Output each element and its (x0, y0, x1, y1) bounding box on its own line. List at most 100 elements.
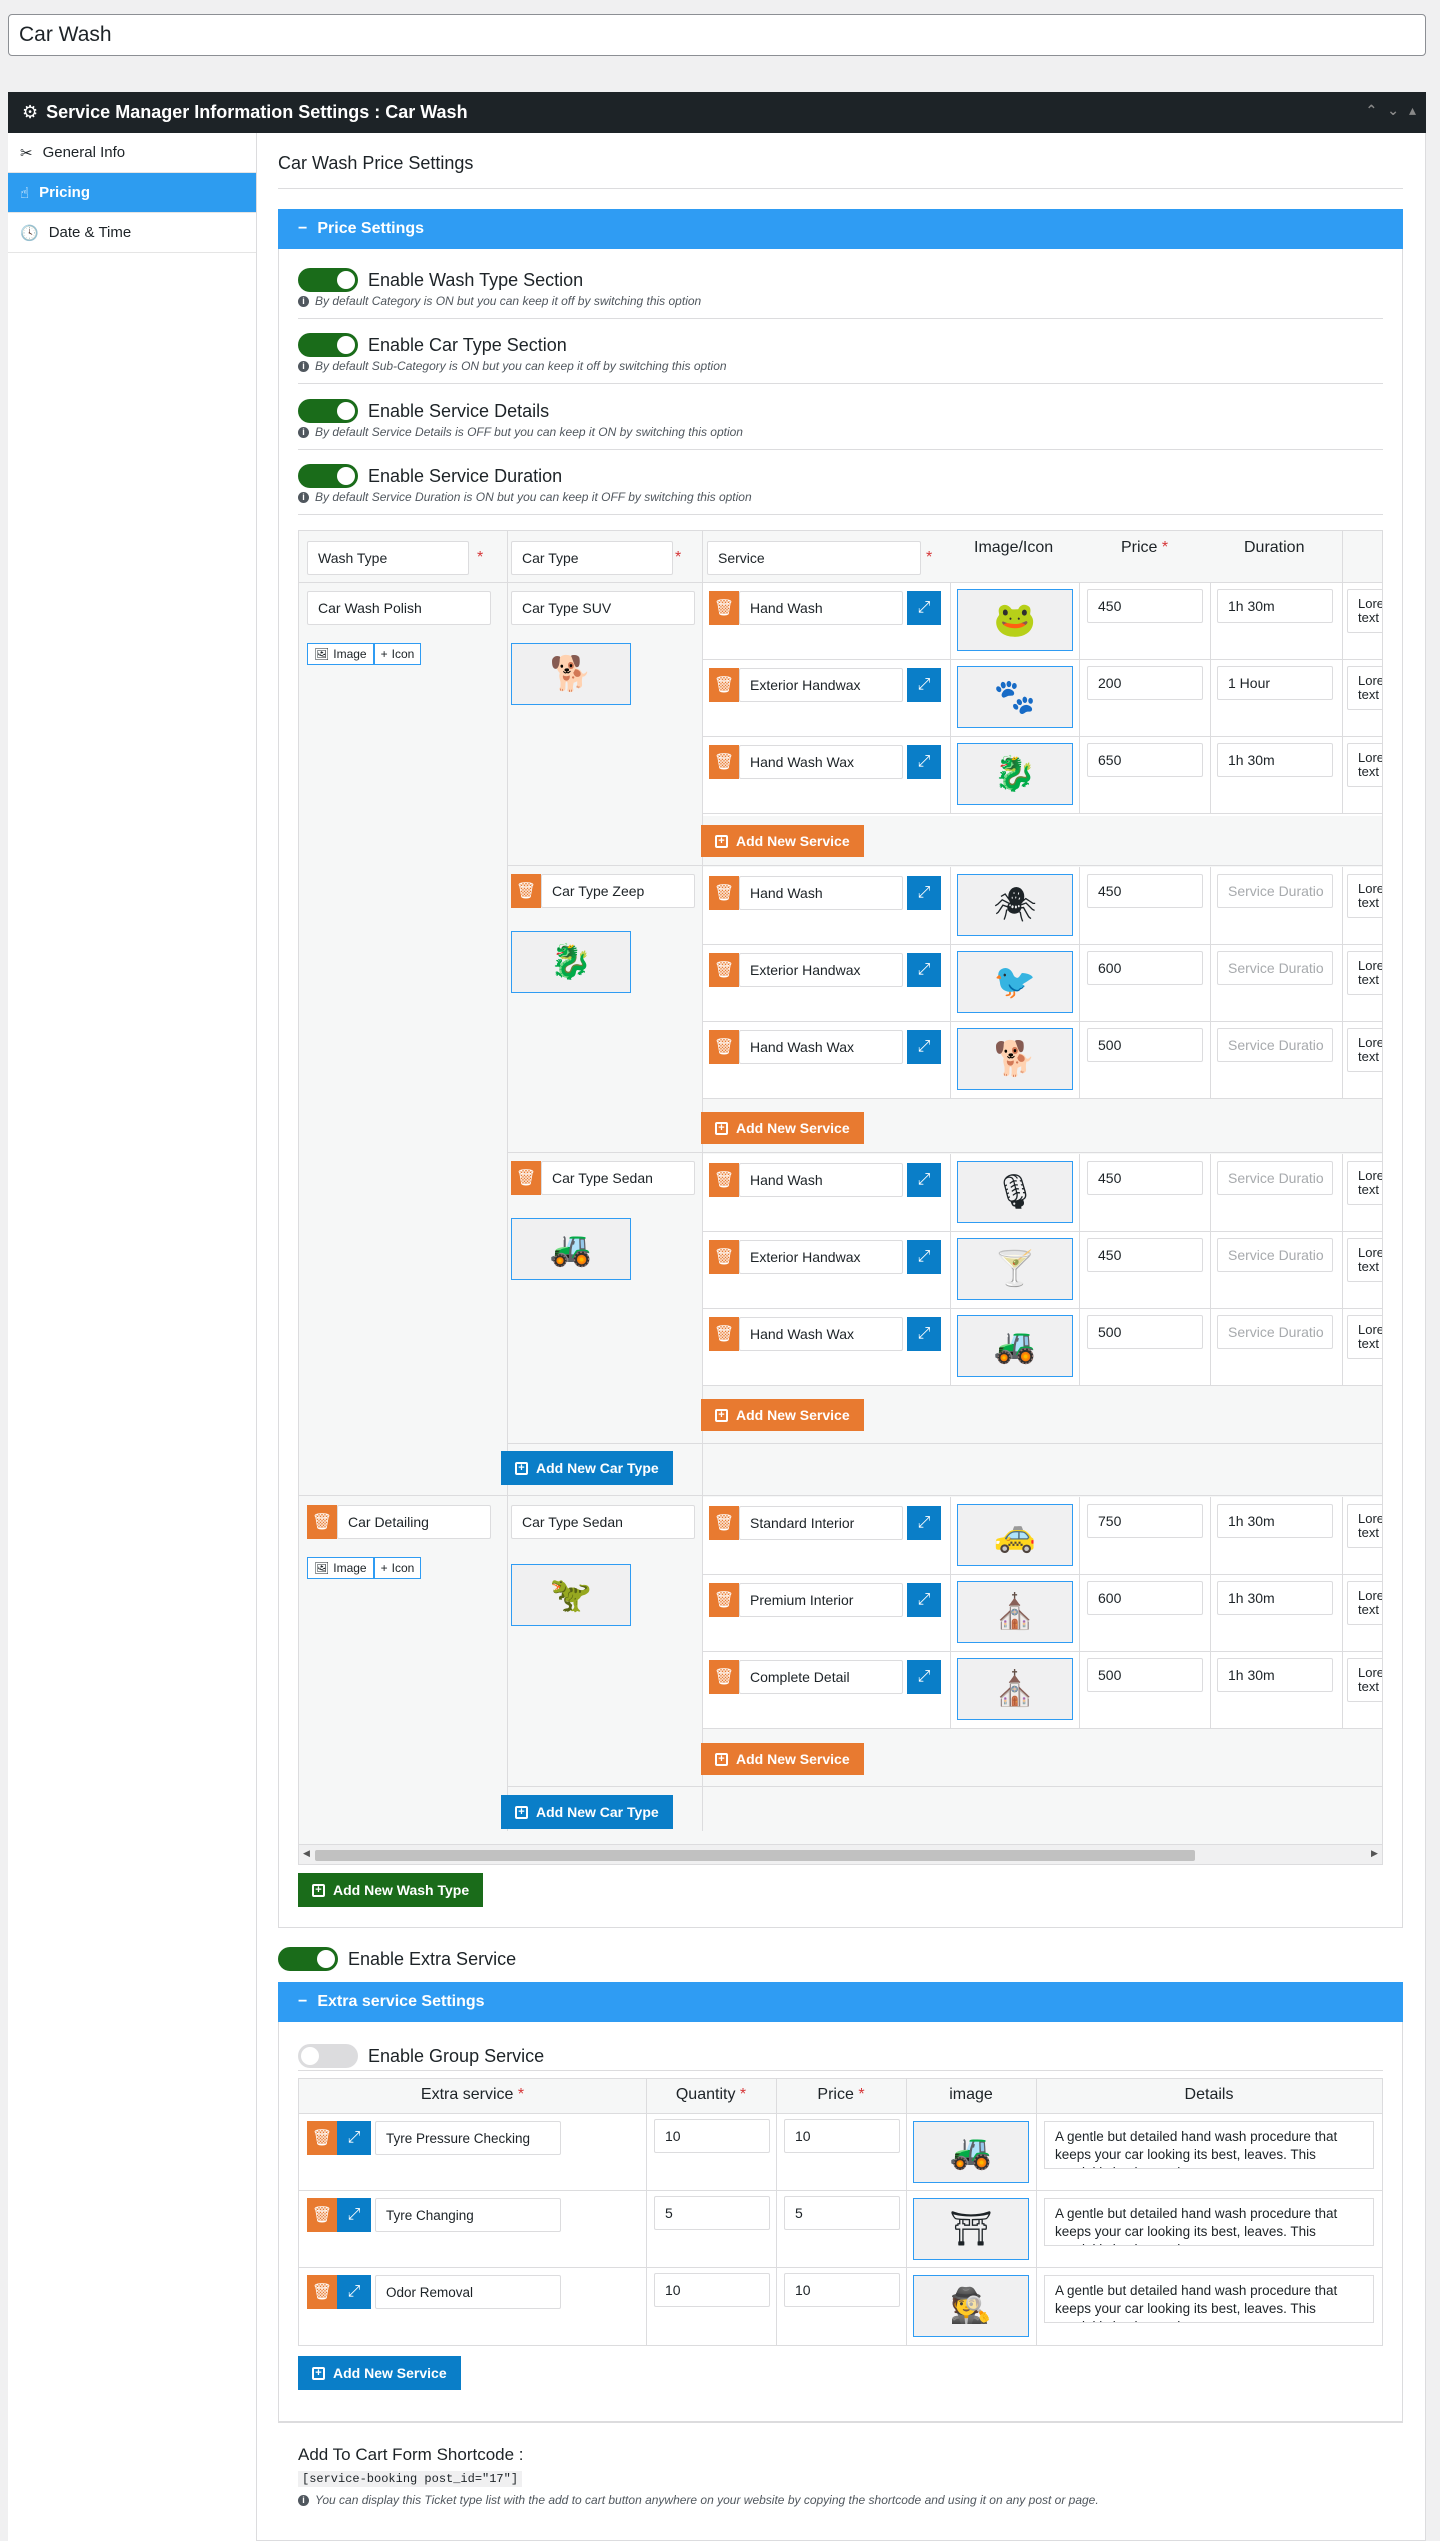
car-type-icon[interactable]: 🐕 (511, 643, 631, 705)
extra-service-icon[interactable]: 🕵 (913, 2275, 1029, 2337)
expand-service-button[interactable]: ⤢ (907, 1240, 941, 1274)
car-type-header-field[interactable]: Car Type (511, 541, 673, 575)
expand-extra-service-button[interactable]: ⤢ (337, 2198, 371, 2232)
service-price-input[interactable]: 450 (1087, 1238, 1203, 1272)
delete-wash-type-button[interactable]: 🗑 (307, 1505, 337, 1539)
wash-type-name-input[interactable]: Car Wash Polish (307, 591, 491, 625)
service-price-input[interactable]: 450 (1087, 589, 1203, 623)
service-name-input[interactable]: Hand Wash (739, 591, 903, 625)
service-name-input[interactable]: Exterior Handwax (739, 953, 903, 987)
service-icon[interactable]: ⛪ (957, 1581, 1073, 1643)
delete-service-button[interactable]: 🗑 (709, 1240, 739, 1274)
service-duration-input[interactable]: 1h 30m (1217, 589, 1333, 623)
service-price-input[interactable]: 500 (1087, 1315, 1203, 1349)
price-settings-header[interactable]: − Price Settings (278, 209, 1403, 249)
extra-service-name-input[interactable]: Odor Removal (375, 2275, 561, 2309)
service-icon[interactable]: 🍸 (957, 1238, 1073, 1300)
service-price-input[interactable]: 500 (1087, 1028, 1203, 1062)
delete-service-button[interactable]: 🗑 (709, 668, 739, 702)
service-details-input[interactable]: Lore text (1347, 1238, 1382, 1282)
service-price-input[interactable]: 450 (1087, 1161, 1203, 1195)
add-new-service-button[interactable]: + Add New Service (701, 1399, 864, 1431)
service-icon[interactable]: ⛪ (957, 1658, 1073, 1720)
service-duration-input[interactable]: Service Duratio (1217, 1238, 1333, 1272)
car-type-name-input[interactable]: Car Type Zeep (541, 874, 695, 908)
delete-service-button[interactable]: 🗑 (709, 953, 739, 987)
wash-type-name-input[interactable]: Car Detailing (337, 1505, 491, 1539)
service-duration-input[interactable]: Service Duratio (1217, 874, 1333, 908)
service-header-field[interactable]: Service (707, 541, 921, 575)
car-type-name-input[interactable]: Car Type Sedan (541, 1161, 695, 1195)
service-duration-input[interactable]: Service Duratio (1217, 1161, 1333, 1195)
service-icon[interactable]: 🐾 (957, 666, 1073, 728)
delete-service-button[interactable]: 🗑 (709, 1583, 739, 1617)
delete-service-button[interactable]: 🗑 (709, 876, 739, 910)
service-duration-input[interactable]: 1h 30m (1217, 1658, 1333, 1692)
extra-service-name-input[interactable]: Tyre Pressure Checking (375, 2121, 561, 2155)
wash-type-header-field[interactable]: Wash Type (307, 541, 469, 575)
service-icon[interactable]: 🎙 (957, 1161, 1073, 1223)
service-details-input[interactable]: Lore text (1347, 1028, 1382, 1072)
delete-service-button[interactable]: 🗑 (709, 1317, 739, 1351)
service-duration-input[interactable]: 1h 30m (1217, 1504, 1333, 1538)
service-icon[interactable]: 🐸 (957, 589, 1073, 651)
extra-details-textarea[interactable]: A gentle but detailed hand wash procedur… (1044, 2198, 1374, 2246)
nav-general-info[interactable]: ✂ General Info (8, 133, 256, 173)
horizontal-scrollbar[interactable]: ◀ ▶ (299, 1844, 1382, 1864)
service-icon[interactable]: 🐉 (957, 743, 1073, 805)
extra-service-name-input[interactable]: Tyre Changing (375, 2198, 561, 2232)
delete-car-type-button[interactable]: 🗑 (511, 1161, 541, 1195)
service-name-input[interactable]: Exterior Handwax (739, 1240, 903, 1274)
extra-quantity-input[interactable]: 5 (654, 2196, 770, 2230)
expand-extra-service-button[interactable]: ⤢ (337, 2121, 371, 2155)
extra-price-input[interactable]: 5 (784, 2196, 900, 2230)
expand-service-button[interactable]: ⤢ (907, 1030, 941, 1064)
delete-extra-service-button[interactable]: 🗑 (307, 2121, 337, 2155)
expand-service-button[interactable]: ⤢ (907, 1163, 941, 1197)
delete-car-type-button[interactable]: 🗑 (511, 874, 541, 908)
wash-type-switch[interactable] (298, 268, 358, 292)
nav-pricing[interactable]: ☝ Pricing (8, 173, 256, 213)
service-price-input[interactable]: 750 (1087, 1504, 1203, 1538)
add-new-car-type-button[interactable]: + Add New Car Type (501, 1451, 673, 1485)
service-icon[interactable]: 🐕 (957, 1028, 1073, 1090)
service-price-input[interactable]: 600 (1087, 951, 1203, 985)
add-new-service-button[interactable]: + Add New Service (701, 1743, 864, 1775)
add-new-extra-service-button[interactable]: + Add New Service (298, 2356, 461, 2390)
car-type-icon[interactable]: 🚜 (511, 1218, 631, 1280)
expand-service-button[interactable]: ⤢ (907, 876, 941, 910)
service-name-input[interactable]: Exterior Handwax (739, 668, 903, 702)
service-details-input[interactable]: Lore text (1347, 951, 1382, 995)
service-duration-input[interactable]: 1h 30m (1217, 1581, 1333, 1615)
car-type-icon[interactable]: 🐉 (511, 931, 631, 993)
expand-service-button[interactable]: ⤢ (907, 745, 941, 779)
extra-quantity-input[interactable]: 10 (654, 2119, 770, 2153)
nav-date-time[interactable]: 🕓 Date & Time (8, 213, 256, 253)
service-name-input[interactable]: Premium Interior (739, 1583, 903, 1617)
service-name-input[interactable]: Hand Wash Wax (739, 1030, 903, 1064)
extra-details-textarea[interactable]: A gentle but detailed hand wash procedur… (1044, 2121, 1374, 2169)
expand-service-button[interactable]: ⤢ (907, 1660, 941, 1694)
extra-service-icon[interactable]: 🚜 (913, 2121, 1029, 2183)
service-name-input[interactable]: Hand Wash (739, 876, 903, 910)
car-type-name-input[interactable]: Car Type SUV (511, 591, 695, 625)
delete-service-button[interactable]: 🗑 (709, 1163, 739, 1197)
delete-service-button[interactable]: 🗑 (709, 1030, 739, 1064)
scroll-right-icon[interactable]: ▶ (1371, 1848, 1378, 1859)
service-details-input[interactable]: Lore text (1347, 589, 1382, 633)
expand-service-button[interactable]: ⤢ (907, 1317, 941, 1351)
service-details-input[interactable]: Lore text (1347, 1658, 1382, 1702)
extra-details-textarea[interactable]: A gentle but detailed hand wash procedur… (1044, 2275, 1374, 2323)
add-new-service-button[interactable]: + Add New Service (701, 825, 864, 857)
service-details-input[interactable]: Lore text (1347, 743, 1382, 787)
service-price-input[interactable]: 500 (1087, 1658, 1203, 1692)
service-duration-input[interactable]: Service Duratio (1217, 1315, 1333, 1349)
service-icon[interactable]: 🐦 (957, 951, 1073, 1013)
delete-service-button[interactable]: 🗑 (709, 745, 739, 779)
service-details-input[interactable]: Lore text (1347, 1581, 1382, 1625)
expand-service-button[interactable]: ⤢ (907, 591, 941, 625)
group-service-switch[interactable] (298, 2044, 358, 2068)
delete-extra-service-button[interactable]: 🗑 (307, 2275, 337, 2309)
service-details-switch[interactable] (298, 399, 358, 423)
extra-service-icon[interactable]: ⛩ (913, 2198, 1029, 2260)
